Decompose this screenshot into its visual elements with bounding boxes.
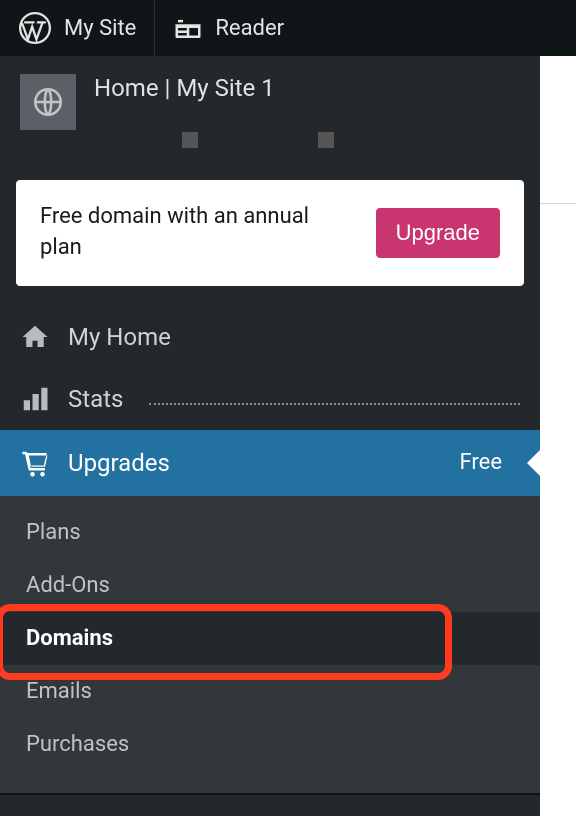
submenu-purchases[interactable]: Purchases (0, 718, 540, 771)
meta-dot (318, 132, 334, 148)
section-divider (0, 793, 540, 795)
promo-text: Free domain with an annual plan (40, 202, 320, 264)
cart-icon (20, 448, 50, 478)
submenu-plans[interactable]: Plans (0, 506, 540, 559)
submenu-domains[interactable]: Domains (0, 612, 540, 665)
sidebar: Home | My Site 1 Free domain with an ann… (0, 56, 540, 816)
submenu-emails[interactable]: Emails (0, 665, 540, 718)
submenu-addons[interactable]: Add-Ons (0, 559, 540, 612)
nav-upgrades[interactable]: Upgrades Free (0, 430, 540, 496)
upgrades-submenu: Plans Add-Ons Domains Emails Purchases (0, 496, 540, 793)
stats-sparkline (149, 393, 520, 405)
upgrades-badge: Free (460, 450, 502, 475)
top-bar: My Site Reader (0, 0, 576, 56)
nav-stats[interactable]: Stats (0, 368, 540, 430)
globe-icon (31, 85, 65, 119)
tab-reader[interactable]: Reader (154, 0, 302, 56)
nav-stats-label: Stats (68, 385, 123, 413)
nav-upgrades-label: Upgrades (68, 449, 170, 477)
site-header[interactable]: Home | My Site 1 (0, 56, 540, 168)
tab-my-site[interactable]: My Site (0, 0, 154, 56)
site-title: Home | My Site 1 (94, 74, 334, 102)
content-area-sliver (540, 56, 576, 204)
nav-my-home[interactable]: My Home (0, 306, 540, 368)
meta-dot (182, 132, 198, 148)
home-icon (20, 322, 50, 352)
upgrade-button[interactable]: Upgrade (376, 208, 500, 258)
site-meta-dots (182, 132, 334, 148)
site-avatar (20, 74, 76, 130)
active-arrow-icon (527, 449, 541, 477)
reader-icon (173, 13, 203, 43)
tab-reader-label: Reader (215, 16, 284, 41)
tab-my-site-label: My Site (64, 16, 136, 41)
nav-my-home-label: My Home (68, 323, 171, 351)
upgrade-promo-card: Free domain with an annual plan Upgrade (16, 180, 524, 286)
wordpress-icon (18, 11, 52, 45)
stats-icon (20, 384, 50, 414)
